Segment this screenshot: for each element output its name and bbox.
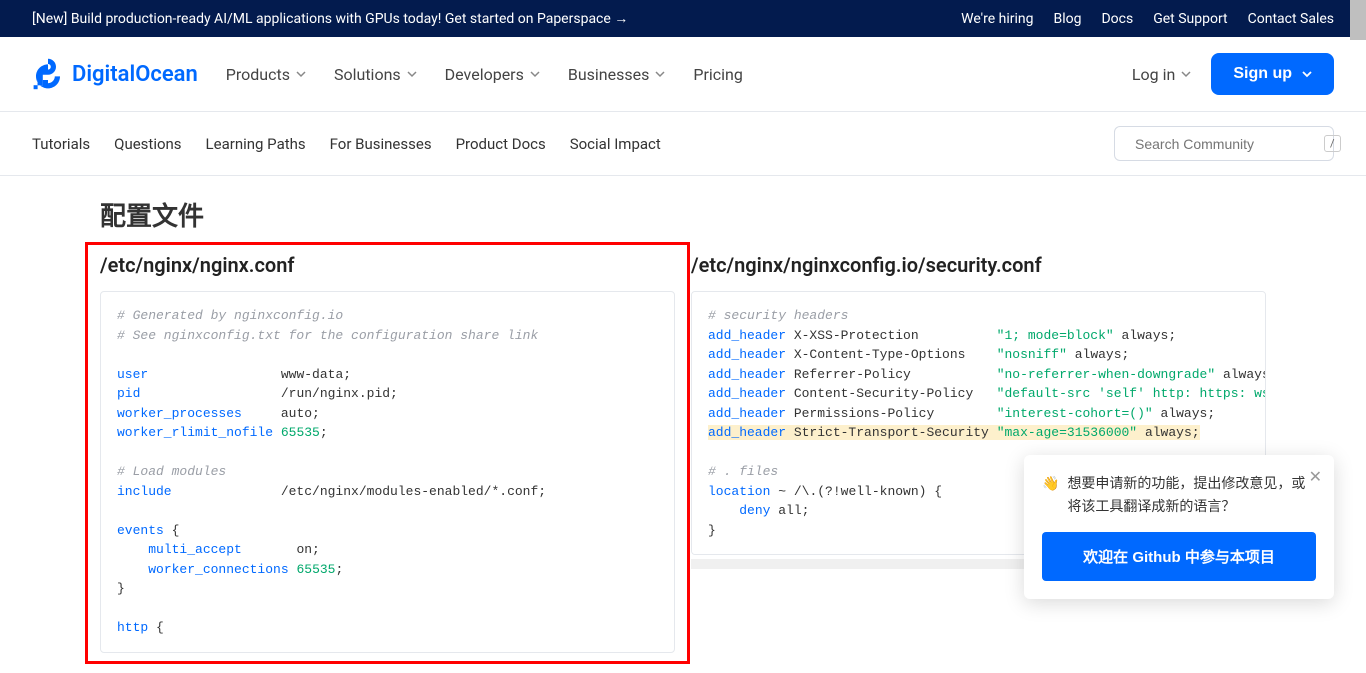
chevron-down-icon — [1181, 69, 1191, 79]
github-participate-button[interactable]: 欢迎在 Github 中参与本项目 — [1042, 532, 1316, 581]
blog-link[interactable]: Blog — [1053, 11, 1081, 27]
subnav-for-businesses[interactable]: For Businesses — [330, 135, 432, 153]
docs-link[interactable]: Docs — [1101, 11, 1133, 27]
subnav-social-impact[interactable]: Social Impact — [570, 135, 661, 153]
chevron-down-icon — [530, 69, 540, 79]
chevron-down-icon — [1302, 69, 1312, 79]
popover-message: 想要申请新的功能，提出修改意见，或将该工具翻译成新的语言？ — [1067, 473, 1316, 518]
close-icon[interactable]: ✕ — [1309, 467, 1322, 486]
support-link[interactable]: Get Support — [1153, 11, 1227, 27]
subnav-tutorials[interactable]: Tutorials — [32, 135, 90, 153]
subnav-product-docs[interactable]: Product Docs — [456, 135, 546, 153]
nav-products[interactable]: Products — [226, 65, 306, 84]
file-path-title: /etc/nginx/nginxconfig.io/security.conf — [691, 253, 1266, 277]
search-shortcut-key: / — [1324, 135, 1341, 152]
brand-text: DigitalOcean — [72, 62, 198, 87]
nav-developers[interactable]: Developers — [445, 65, 540, 84]
search-input[interactable] — [1135, 136, 1316, 152]
chevron-down-icon — [655, 69, 665, 79]
top-banner: [New] Build production-ready AI/ML appli… — [0, 0, 1366, 37]
page-title: 配置文件 — [100, 196, 1266, 233]
chevron-down-icon — [296, 69, 306, 79]
contact-sales-link[interactable]: Contact Sales — [1248, 11, 1334, 27]
main-nav: DigitalOcean Products Solutions Develope… — [0, 37, 1366, 112]
subnav-learning-paths[interactable]: Learning Paths — [206, 135, 306, 153]
code-block-nginx-conf[interactable]: # Generated by nginxconfig.io # See ngin… — [100, 291, 675, 653]
nav-businesses[interactable]: Businesses — [568, 65, 666, 84]
github-popover: ✕ 👋 想要申请新的功能，提出修改意见，或将该工具翻译成新的语言？ 欢迎在 Gi… — [1024, 455, 1334, 599]
file-column-nginx-conf: /etc/nginx/nginx.conf # Generated by ngi… — [85, 242, 690, 664]
nav-solutions[interactable]: Solutions — [334, 65, 417, 84]
file-path-title: /etc/nginx/nginx.conf — [100, 253, 675, 277]
logo[interactable]: DigitalOcean — [32, 58, 198, 90]
digitalocean-logo-icon — [32, 58, 64, 90]
wave-emoji-icon: 👋 — [1042, 473, 1059, 518]
hiring-link[interactable]: We're hiring — [961, 11, 1033, 27]
chevron-down-icon — [407, 69, 417, 79]
page-scrollbar[interactable] — [1350, 0, 1366, 619]
promo-link[interactable]: [New] Build production-ready AI/ML appli… — [32, 10, 628, 27]
signup-button[interactable]: Sign up — [1211, 53, 1334, 95]
search-box[interactable]: / — [1114, 126, 1334, 161]
sub-nav: Tutorials Questions Learning Paths For B… — [0, 112, 1366, 176]
nav-pricing[interactable]: Pricing — [693, 65, 743, 84]
login-button[interactable]: Log in — [1132, 65, 1191, 84]
subnav-questions[interactable]: Questions — [114, 135, 181, 153]
